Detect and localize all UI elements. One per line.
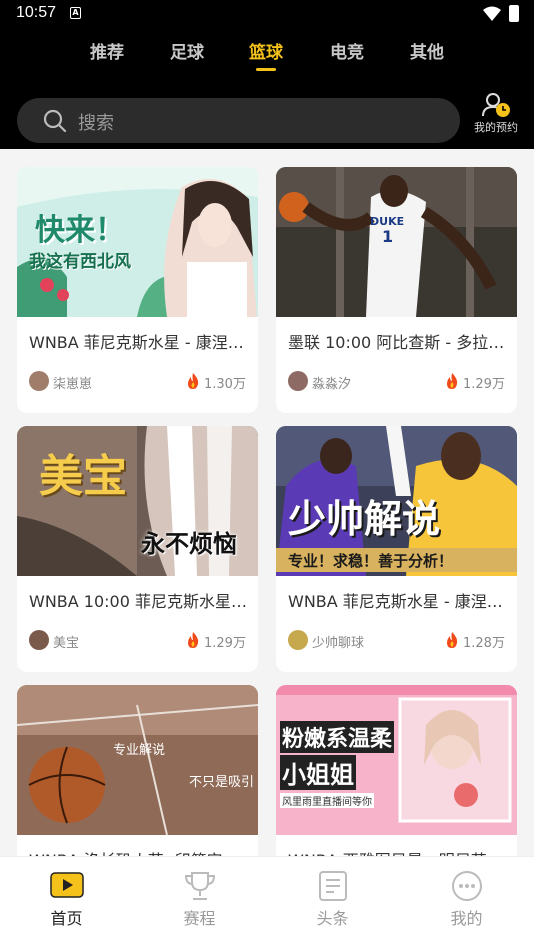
bottom-nav: 首页 赛程 头条 我的 (0, 856, 534, 950)
trophy-icon (184, 872, 216, 900)
my-reservations-button[interactable]: 我的预约 (467, 90, 525, 138)
active-tab-indicator (256, 68, 276, 71)
streamer-name: 美宝 (53, 636, 80, 651)
tab-basketball[interactable]: 篮球 (249, 38, 283, 63)
thumbnail-text: 风里雨里直播间等你 (280, 793, 374, 808)
notification-icon: A (70, 7, 81, 19)
avatar (29, 630, 49, 650)
popularity-count: 1.30万 (204, 377, 246, 392)
avatar (288, 371, 308, 391)
stream-card[interactable]: 粉嫩系温柔 小姐姐 风里雨里直播间等你 WNBA 西雅图风暴 - 明尼苏达山猫 (276, 685, 517, 856)
stream-thumbnail: 快来！ 我这有西北风 (17, 167, 258, 317)
nav-headlines[interactable]: 头条 (266, 857, 399, 950)
stream-title: WNBA 洛杉矶火花 -印第安纳狂热 (29, 847, 249, 856)
nav-profile[interactable]: 我的 (400, 857, 533, 950)
thumbnail-text: 美宝 (39, 451, 127, 502)
stream-title: WNBA 西雅图风暴 - 明尼苏达山猫 (288, 847, 508, 856)
tab-recommend[interactable]: 推荐 (90, 38, 124, 63)
thumbnail-text: 我这有西北风 (29, 252, 131, 272)
thumbnail-text: 小姐姐 (280, 755, 356, 790)
nav-headlines-label: 头条 (316, 909, 349, 928)
streamer-name: 柒崽崽 (53, 377, 93, 392)
popularity-count: 1.29万 (204, 636, 246, 651)
wifi-icon (483, 6, 501, 21)
thumbnail-text: 粉嫩系温柔 (280, 721, 395, 753)
stream-title: WNBA 菲尼克斯水星 - 康涅狄格太阳 (288, 592, 508, 611)
status-time: 10:57 (16, 4, 57, 21)
streamer-name: 淼淼汐 (312, 377, 352, 392)
popularity-count: 1.28万 (463, 636, 505, 651)
stream-thumbnail: 少帅解说 专业！求稳！善于分析！ (276, 426, 517, 576)
popularity-count: 1.29万 (463, 377, 505, 392)
status-bar: 10:57 A (0, 0, 534, 28)
thumbnail-text: 少帅解说 (288, 497, 441, 541)
nav-schedule[interactable]: 赛程 (133, 857, 266, 950)
thumbnail-text: 快来！ (35, 213, 125, 248)
nav-profile-label: 我的 (450, 909, 483, 928)
stream-card[interactable]: 美宝 永不烦恼 WNBA 10:00 菲尼克斯水星 - 康涅狄格太阳 美宝 1.… (17, 426, 258, 672)
tab-football[interactable]: 足球 (170, 38, 204, 63)
fire-icon (447, 373, 458, 389)
stream-card[interactable]: 少帅解说 专业！求稳！善于分析！ WNBA 菲尼克斯水星 - 康涅狄格太阳 少帅… (276, 426, 517, 672)
news-icon (319, 871, 347, 901)
stream-thumbnail: 专业解说 不只是吸引 (17, 685, 258, 835)
stream-card[interactable]: 专业解说 不只是吸引 WNBA 洛杉矶火花 -印第安纳狂热 (17, 685, 258, 856)
my-reservations-label: 我的预约 (474, 121, 518, 134)
tab-esports[interactable]: 电竞 (330, 38, 364, 63)
home-play-icon (50, 872, 84, 898)
reservation-icon (482, 93, 510, 117)
stream-title: WNBA 10:00 菲尼克斯水星 - 康涅狄格太阳 (29, 592, 249, 611)
thumbnail-text: 永不烦恼 (141, 530, 237, 558)
search-icon (43, 109, 67, 133)
jersey-number: 1 (382, 227, 394, 246)
nav-home[interactable]: 首页 (0, 857, 133, 950)
stream-title: 墨联 10:00 阿比查斯 - 多拉多斯 (288, 333, 508, 352)
avatar (288, 630, 308, 650)
nav-home-label: 首页 (50, 909, 83, 928)
fire-icon (188, 632, 199, 648)
stream-card[interactable]: 快来！ 我这有西北风 WNBA 菲尼克斯水星 - 康涅狄格太阳 柒崽崽 1.30… (17, 167, 258, 413)
search-bar[interactable]: 搜索 (17, 98, 460, 143)
stream-card[interactable]: DUKE 1 墨联 10:00 阿比查斯 - 多拉多斯 淼淼汐 1.29万 (276, 167, 517, 413)
header: 推荐 足球 篮球 电竞 其他 搜索 我的预约 (0, 28, 534, 149)
stream-thumbnail: 美宝 永不烦恼 (17, 426, 258, 576)
stream-thumbnail: 粉嫩系温柔 小姐姐 风里雨里直播间等你 (276, 685, 517, 835)
battery-icon (509, 5, 519, 22)
nav-schedule-label: 赛程 (183, 909, 216, 928)
thumbnail-text: 不只是吸引 (189, 775, 255, 790)
category-tabs: 推荐 足球 篮球 电竞 其他 (0, 28, 534, 78)
thumbnail-text: 专业！求稳！善于分析！ (288, 552, 454, 570)
tab-other[interactable]: 其他 (410, 38, 444, 63)
avatar (29, 371, 49, 391)
profile-face-icon (452, 871, 482, 901)
search-input[interactable]: 搜索 (78, 109, 114, 135)
stream-thumbnail: DUKE 1 (276, 167, 517, 317)
stream-title: WNBA 菲尼克斯水星 - 康涅狄格太阳 (29, 333, 249, 352)
streamer-name: 少帅聊球 (312, 636, 365, 651)
thumbnail-text: 专业解说 (113, 743, 166, 758)
fire-icon (188, 373, 199, 389)
fire-icon (447, 632, 458, 648)
stream-grid: 快来！ 我这有西北风 WNBA 菲尼克斯水星 - 康涅狄格太阳 柒崽崽 1.30… (0, 149, 534, 856)
